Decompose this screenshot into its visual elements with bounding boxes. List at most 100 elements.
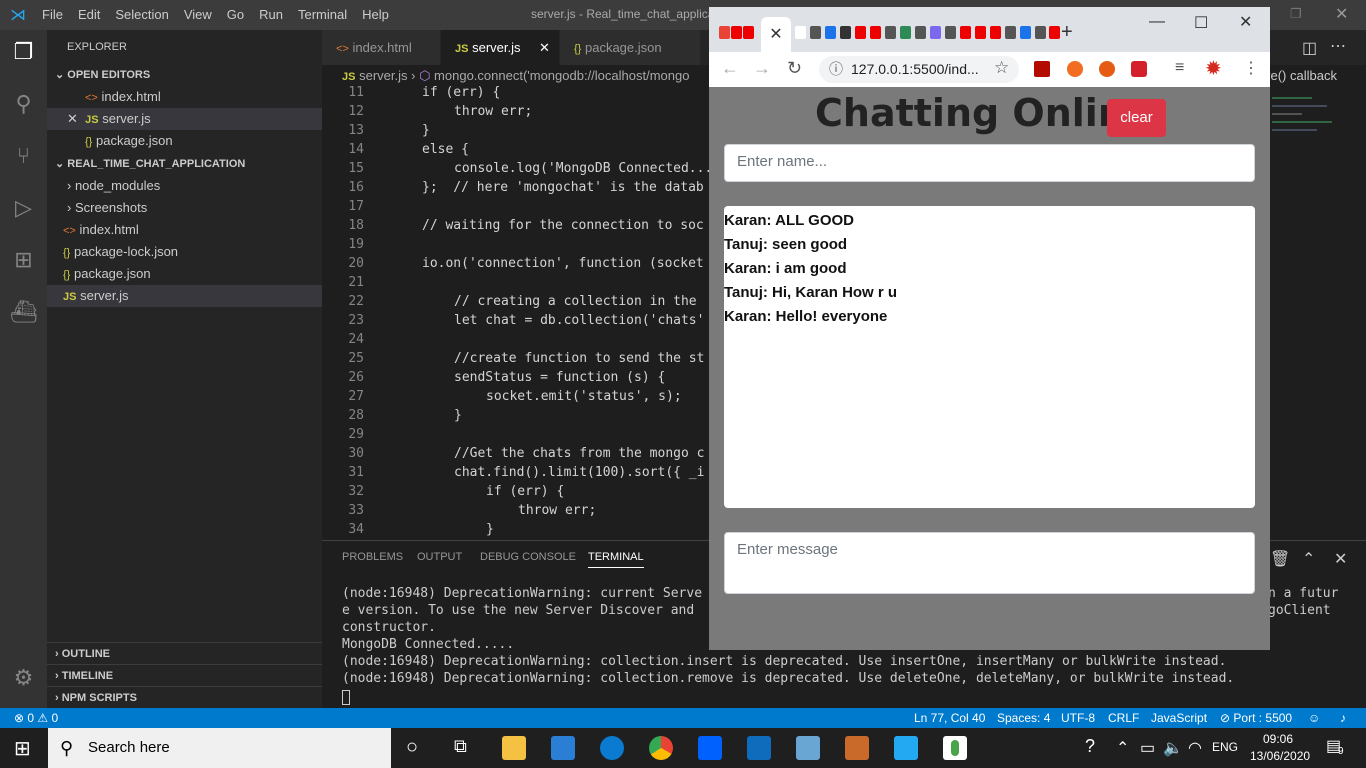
code-line[interactable]: //create function to send the st bbox=[454, 351, 704, 366]
eol-status[interactable]: CRLF bbox=[1108, 708, 1139, 728]
language-indicator[interactable]: ENG bbox=[1212, 740, 1238, 754]
files-icon[interactable]: ❐ bbox=[10, 38, 37, 65]
open-editors-header[interactable]: ⌄ OPEN EDITORS bbox=[47, 64, 322, 86]
edge-icon[interactable] bbox=[600, 736, 624, 760]
outline-header[interactable]: › OUTLINE bbox=[47, 642, 322, 664]
clock-time[interactable]: 09:06 bbox=[1263, 732, 1293, 746]
code-line[interactable]: let chat = db.collection('chats' bbox=[454, 313, 704, 328]
message-textarea[interactable]: Enter message bbox=[724, 532, 1255, 594]
gear-icon[interactable]: ⚙ bbox=[10, 664, 37, 691]
file-explorer-icon[interactable] bbox=[502, 736, 526, 760]
tab-favicon-icon[interactable] bbox=[915, 26, 926, 39]
code-line[interactable]: } bbox=[486, 522, 494, 537]
minimap[interactable] bbox=[1272, 87, 1352, 237]
menu-run[interactable]: Run bbox=[259, 7, 283, 22]
tree-item-folder[interactable]: › node_modules bbox=[47, 175, 322, 197]
tab-favicon-icon[interactable] bbox=[900, 26, 911, 39]
taskbar-search[interactable]: ⚲ Search here bbox=[48, 728, 391, 768]
tab-package-json[interactable]: {} package.json bbox=[560, 30, 700, 65]
clear-button[interactable]: clear bbox=[1107, 99, 1166, 137]
extensions-icon[interactable]: ⊞ bbox=[10, 246, 37, 273]
cursor-position[interactable]: Ln 77, Col 40 bbox=[914, 708, 985, 728]
live-server-port[interactable]: ⊘ Port : 5500 bbox=[1220, 708, 1292, 728]
code-line[interactable]: } bbox=[454, 408, 462, 423]
tab-favicon-icon[interactable] bbox=[1005, 26, 1016, 39]
code-line[interactable]: throw err; bbox=[518, 503, 596, 518]
cortana-icon[interactable]: ○ bbox=[406, 736, 418, 759]
code-line[interactable]: console.log('MongoDB Connected... bbox=[454, 161, 712, 176]
tree-item-file[interactable]: {} package.json bbox=[47, 263, 322, 285]
problems-status[interactable]: ⊗ 0 ⚠ 0 bbox=[14, 708, 58, 728]
tab-favicon-icon[interactable] bbox=[1049, 26, 1060, 39]
menu-file[interactable]: File bbox=[42, 7, 63, 22]
omnibox[interactable]: ⓘ 127.0.0.1:5500/ind... bbox=[819, 56, 1019, 83]
tab-favicon-icon[interactable] bbox=[1035, 26, 1046, 39]
project-header[interactable]: ⌄ REAL_TIME_CHAT_APPLICATION bbox=[47, 153, 322, 175]
new-tab-icon[interactable]: + bbox=[1061, 21, 1073, 44]
info-icon[interactable]: ⓘ bbox=[829, 56, 843, 83]
wifi-icon[interactable]: ◠ bbox=[1188, 738, 1202, 758]
restore-icon[interactable]: ❐ bbox=[1290, 6, 1302, 22]
tab-favicon-icon[interactable] bbox=[870, 26, 881, 39]
name-input[interactable]: Enter name... bbox=[724, 144, 1255, 182]
open-editor-item-active[interactable]: ✕ JS server.js bbox=[47, 108, 322, 130]
back-icon[interactable]: ← bbox=[721, 58, 739, 79]
open-editor-item[interactable]: <> index.html bbox=[47, 86, 322, 108]
code-line[interactable]: }; // here 'mongochat' is the datab bbox=[422, 180, 704, 195]
close-panel-icon[interactable]: ✕ bbox=[1334, 549, 1347, 569]
code-line[interactable]: // creating a collection in the bbox=[454, 294, 697, 309]
tab-favicon-icon[interactable] bbox=[945, 26, 956, 39]
mongodb-icon[interactable] bbox=[943, 736, 967, 760]
battery-icon[interactable]: ▭ bbox=[1140, 738, 1155, 758]
close-editor-icon[interactable]: ✕ bbox=[67, 111, 78, 126]
tab-favicon-icon[interactable] bbox=[743, 26, 754, 39]
tab-favicon-icon[interactable] bbox=[885, 26, 896, 39]
close-window-icon[interactable]: ✕ bbox=[1239, 12, 1252, 32]
tab-favicon-icon[interactable] bbox=[960, 26, 971, 39]
tab-favicon-icon[interactable] bbox=[795, 26, 806, 39]
timeline-header[interactable]: › TIMELINE bbox=[47, 664, 322, 686]
code-line[interactable]: sendStatus = function (s) { bbox=[454, 370, 665, 385]
tab-favicon-icon[interactable] bbox=[810, 26, 821, 39]
tab-favicon-icon[interactable] bbox=[930, 26, 941, 39]
breadcrumb-symbol[interactable]: mongo.connect('mongodb://localhost/mongo bbox=[434, 68, 689, 83]
tree-item-file[interactable]: <> index.html bbox=[47, 219, 322, 241]
dropbox-icon[interactable] bbox=[698, 736, 722, 760]
bookmark-star-icon[interactable]: ☆ bbox=[994, 58, 1009, 78]
menu-terminal[interactable]: Terminal bbox=[298, 7, 347, 22]
media-controls-icon[interactable]: ≡ bbox=[1175, 59, 1184, 77]
menu-edit[interactable]: Edit bbox=[78, 7, 100, 22]
encoding-status[interactable]: UTF-8 bbox=[1061, 708, 1095, 728]
reload-icon[interactable]: ↻ bbox=[787, 58, 802, 79]
tab-problems[interactable]: PROBLEMS bbox=[342, 551, 403, 563]
menu-selection[interactable]: Selection bbox=[115, 7, 168, 22]
menu-dots-icon[interactable]: ⋮ bbox=[1243, 58, 1259, 78]
code-line[interactable]: else { bbox=[422, 142, 469, 157]
tab-favicon-icon[interactable] bbox=[1020, 26, 1031, 39]
feedback-icon[interactable]: ☺ bbox=[1308, 708, 1320, 728]
tab-server-js[interactable]: JS server.js ✕ bbox=[441, 30, 559, 65]
open-editor-item[interactable]: {} package.json bbox=[47, 130, 322, 152]
menu-view[interactable]: View bbox=[184, 7, 212, 22]
trash-icon[interactable]: 🗑 bbox=[1270, 549, 1290, 569]
indent-status[interactable]: Spaces: 4 bbox=[997, 708, 1050, 728]
menu-go[interactable]: Go bbox=[227, 7, 244, 22]
volume-icon[interactable]: 🔈 bbox=[1163, 738, 1183, 758]
code-line[interactable]: if (err) { bbox=[486, 484, 564, 499]
language-status[interactable]: JavaScript bbox=[1151, 708, 1207, 728]
maple-leaf-icon[interactable]: ✹ bbox=[1205, 56, 1222, 81]
more-actions-icon[interactable]: ⋯ bbox=[1330, 36, 1346, 56]
split-editor-icon[interactable]: ◫ bbox=[1302, 38, 1317, 58]
chrome-icon[interactable] bbox=[649, 736, 673, 760]
clock-date[interactable]: 13/06/2020 bbox=[1250, 749, 1310, 763]
maximize-panel-icon[interactable]: ⌃ bbox=[1302, 549, 1315, 569]
forward-icon[interactable]: → bbox=[753, 58, 771, 79]
maximize-icon[interactable]: ☐ bbox=[1194, 13, 1208, 33]
tab-favicon-icon[interactable] bbox=[719, 26, 730, 39]
code-line[interactable]: chat.find().limit(100).sort({ _i bbox=[454, 465, 704, 480]
store-icon[interactable] bbox=[551, 736, 575, 760]
code-line[interactable]: if (err) { bbox=[422, 85, 500, 100]
search-icon[interactable]: ⚲ bbox=[10, 90, 37, 117]
tab-index-html[interactable]: <> index.html bbox=[322, 30, 440, 65]
close-tab-icon[interactable]: ✕ bbox=[539, 30, 550, 65]
